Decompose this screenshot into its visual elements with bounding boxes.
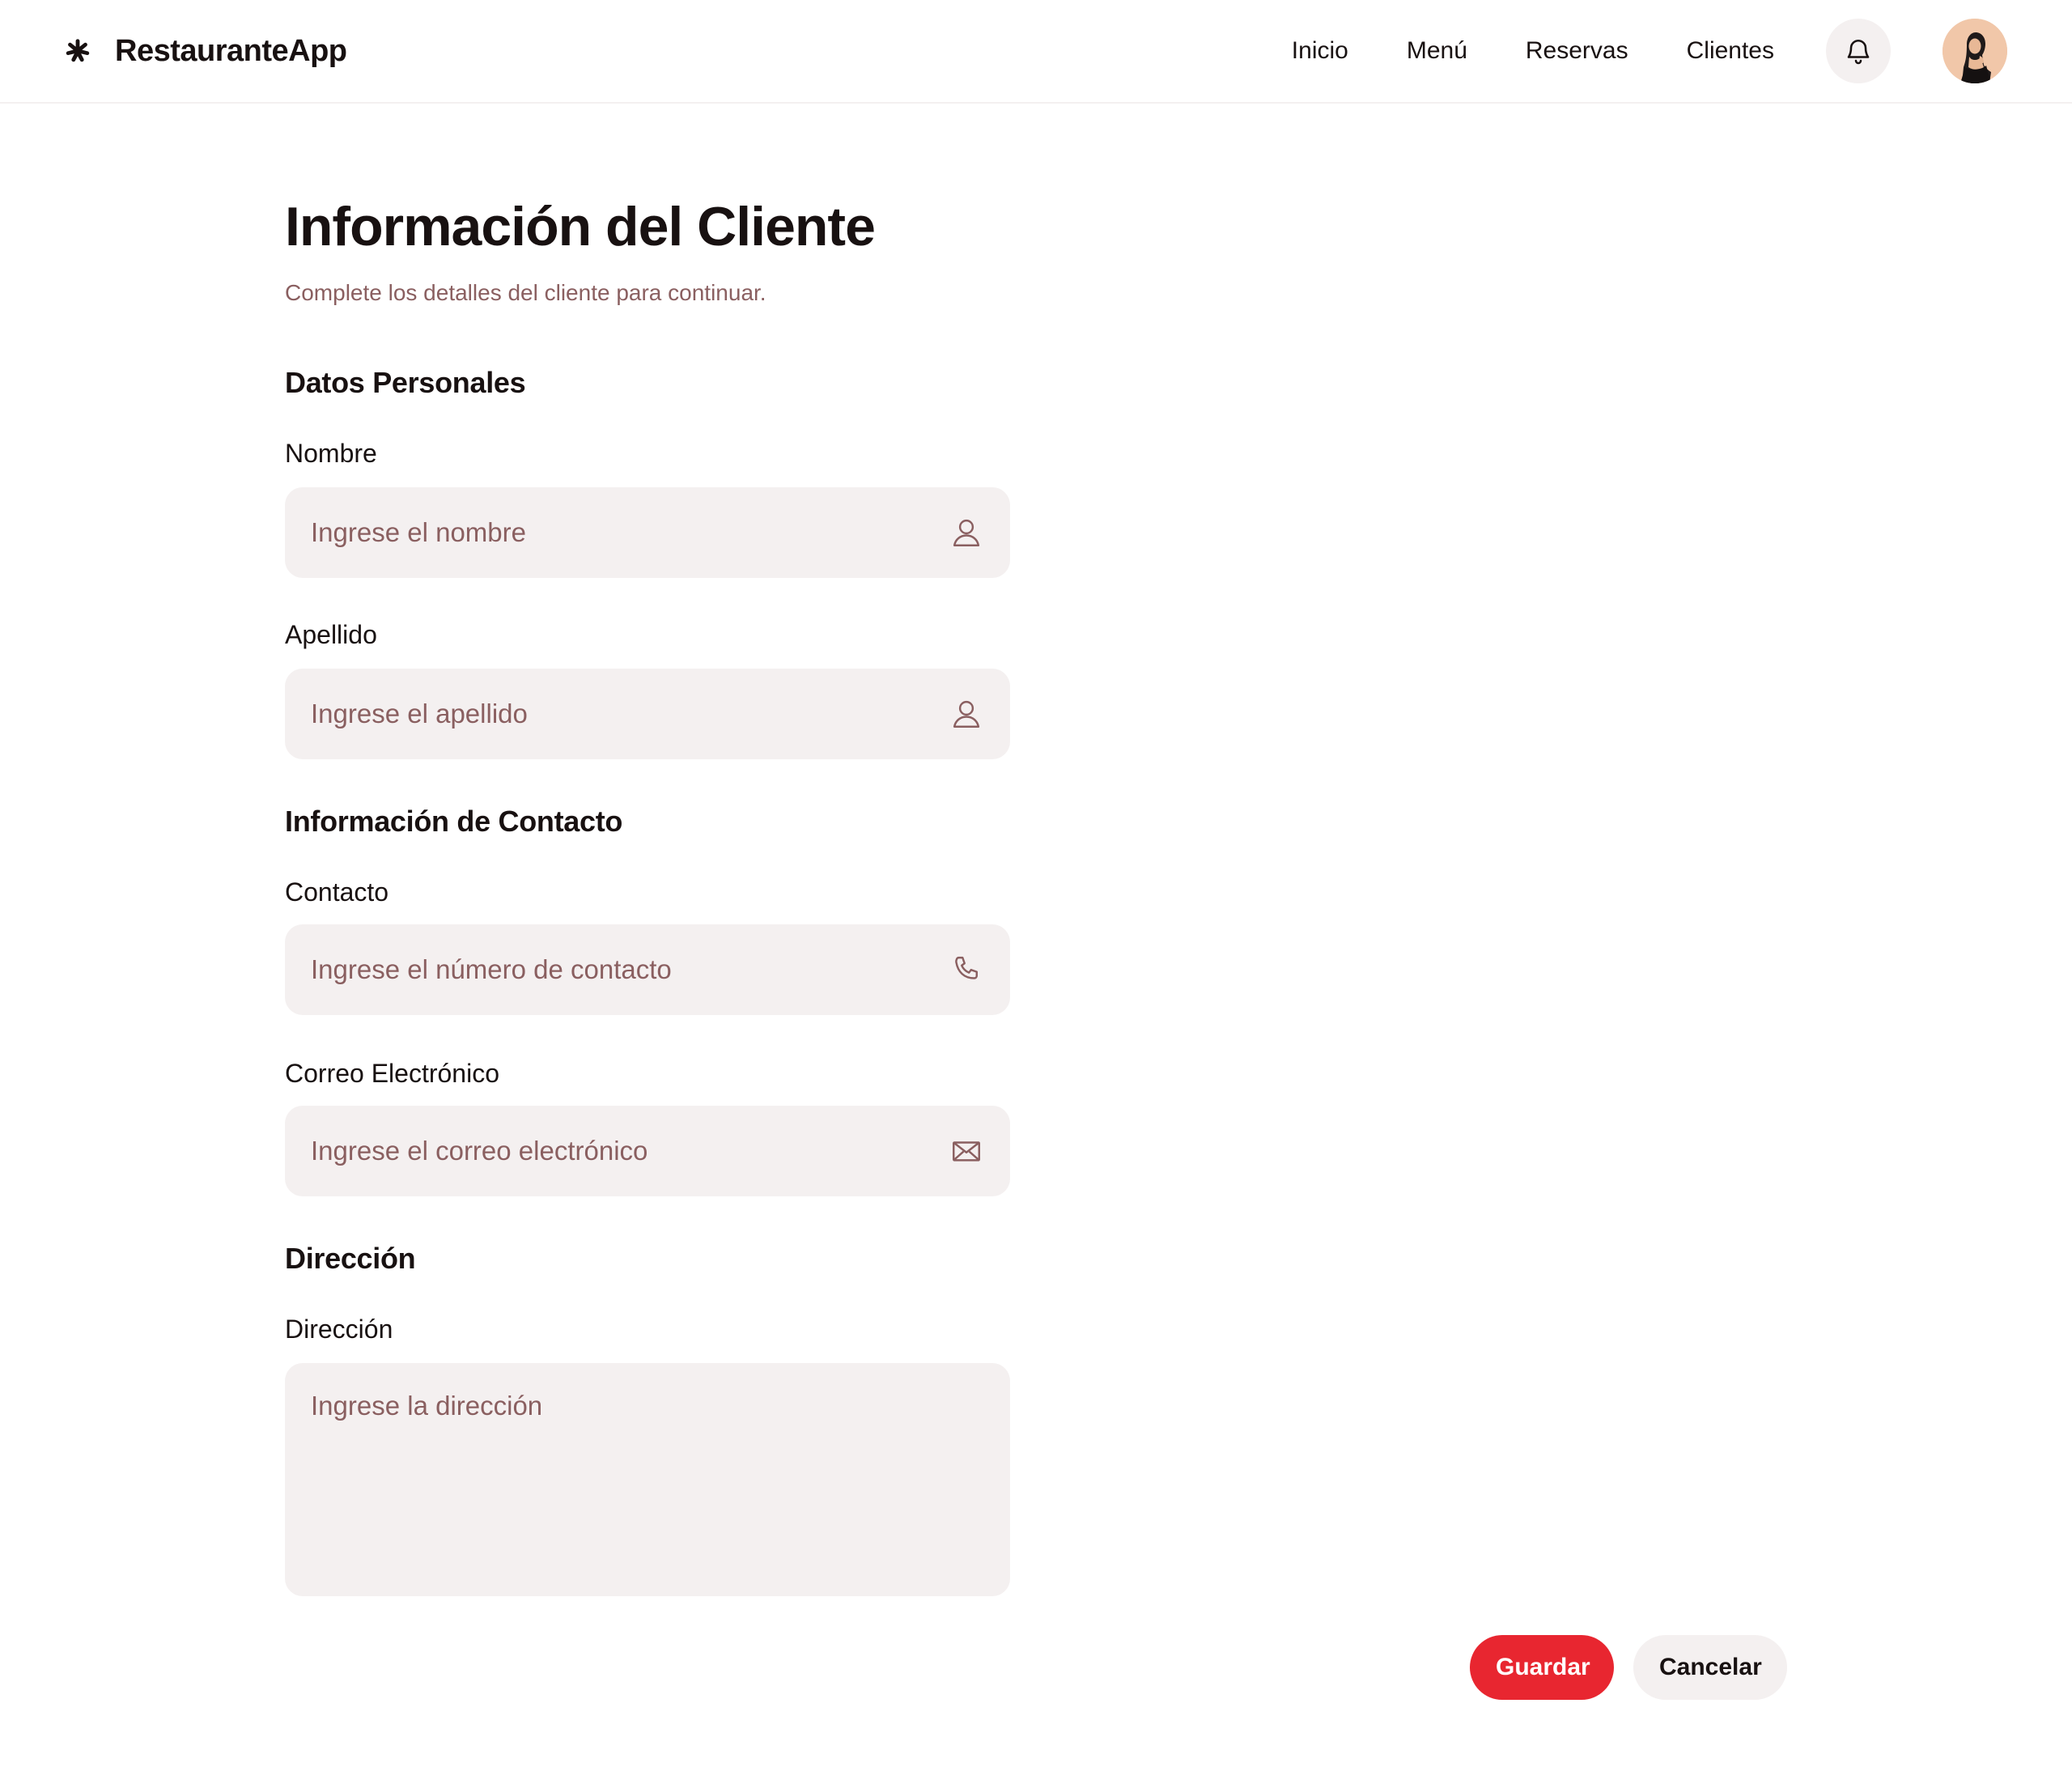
address-textarea[interactable] [285, 1363, 1010, 1596]
last-name-label: Apellido [285, 620, 377, 649]
user-icon [949, 696, 984, 732]
mail-icon [949, 1133, 984, 1169]
section-title-personal: Datos Personales [285, 366, 526, 399]
asterisk-logo-icon [66, 39, 90, 62]
first-name-field [285, 487, 1010, 578]
page-subtitle: Complete los detalles del cliente para c… [285, 280, 766, 305]
nav-item-clientes[interactable]: Clientes [1687, 39, 1774, 63]
phone-label: Contacto [285, 877, 389, 907]
last-name-field [285, 669, 1010, 759]
phone-input[interactable] [285, 924, 1010, 1015]
last-name-input[interactable] [285, 669, 1010, 759]
bell-icon [1847, 39, 1870, 65]
section-title-address: Dirección [285, 1242, 416, 1275]
email-field [285, 1106, 1010, 1196]
user-icon [949, 515, 984, 550]
email-input[interactable] [285, 1106, 1010, 1196]
brand[interactable]: RestauranteApp [65, 34, 347, 69]
email-label: Correo Electrónico [285, 1059, 499, 1088]
phone-icon [949, 952, 984, 988]
app-name: RestauranteApp [115, 33, 347, 68]
save-button[interactable]: Guardar [1470, 1635, 1614, 1700]
user-avatar[interactable] [1942, 19, 2007, 83]
main-nav: Inicio Menú Reservas Clientes [1292, 39, 1826, 63]
phone-field [285, 924, 1010, 1015]
page-title: Información del Cliente [285, 196, 876, 257]
address-label: Dirección [285, 1315, 393, 1344]
notifications-button[interactable] [1826, 19, 1891, 83]
top-navbar: RestauranteApp Inicio Menú Reservas Clie… [0, 0, 2072, 104]
nav-item-menu[interactable]: Menú [1407, 39, 1467, 63]
first-name-label: Nombre [285, 439, 377, 468]
nav-item-reservas[interactable]: Reservas [1526, 39, 1628, 63]
header-actions: Inicio Menú Reservas Clientes [1292, 19, 2007, 83]
nav-item-inicio[interactable]: Inicio [1292, 39, 1348, 63]
section-title-contact: Información de Contacto [285, 805, 623, 838]
address-field [285, 1363, 1010, 1596]
cancel-button[interactable]: Cancelar [1633, 1635, 1787, 1700]
first-name-input[interactable] [285, 487, 1010, 578]
